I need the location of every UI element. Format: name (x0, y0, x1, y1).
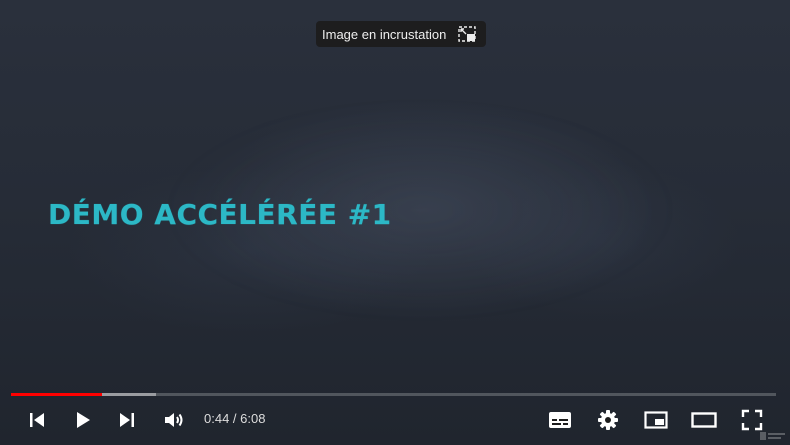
fullscreen-button[interactable] (736, 404, 768, 436)
volume-icon (163, 410, 185, 430)
theater-mode-button[interactable] (688, 404, 720, 436)
subtitles-button[interactable] (544, 404, 576, 436)
pip-tooltip-label: Image en incrustation (322, 26, 447, 42)
progress-played (11, 393, 103, 396)
progress-bar[interactable] (11, 393, 776, 396)
video-overlay-title: DÉMO ACCÉLÉRÉE #1 (48, 198, 392, 231)
player-controls: 0:44 / 6:08 (0, 398, 790, 442)
picture-in-picture-exit-icon (458, 26, 476, 42)
previous-icon (27, 410, 47, 430)
miniplayer-icon (644, 410, 668, 430)
next-button[interactable] (111, 404, 143, 436)
play-icon (73, 410, 93, 430)
theater-mode-icon (691, 410, 717, 430)
volume-button[interactable] (158, 404, 190, 436)
play-button[interactable] (67, 404, 99, 436)
next-icon (117, 410, 137, 430)
miniplayer-button[interactable] (640, 404, 672, 436)
subtitles-icon (548, 410, 572, 430)
video-player[interactable]: DÉMO ACCÉLÉRÉE #1 Image en incrustation (0, 0, 790, 445)
previous-button[interactable] (21, 404, 53, 436)
settings-icon (597, 409, 619, 431)
fullscreen-icon (741, 409, 763, 431)
time-display: 0:44 / 6:08 (204, 411, 266, 426)
settings-button[interactable] (592, 404, 624, 436)
picture-in-picture-tooltip[interactable]: Image en incrustation (316, 21, 487, 47)
